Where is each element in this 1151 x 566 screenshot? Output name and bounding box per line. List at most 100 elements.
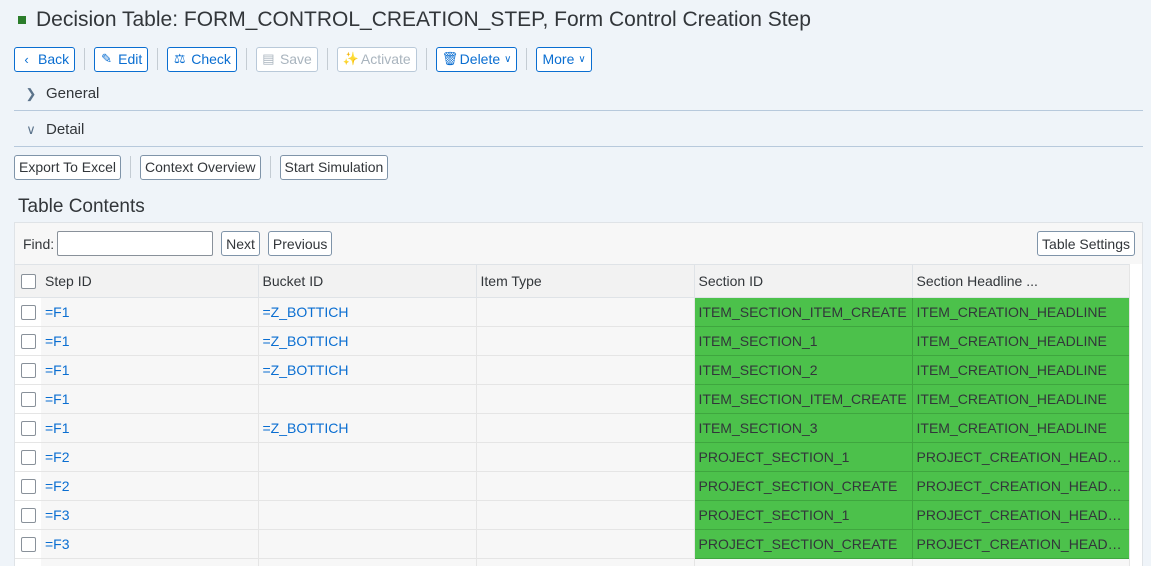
- table-row[interactable]: =F1 =Z_BOTTICH ITEM_SECTION_1 ITEM_CREAT…: [15, 326, 1131, 356]
- activate-button[interactable]: ✨ Activate: [336, 46, 417, 72]
- cell-step-id[interactable]: =F2: [41, 471, 259, 501]
- cell-section-id[interactable]: [694, 558, 913, 566]
- find-input[interactable]: [57, 231, 214, 256]
- decision-table-panel: Find: Next Previous Table Settings Step …: [14, 222, 1143, 566]
- cell-section-id[interactable]: PROJECT_SECTION_1: [694, 500, 913, 530]
- cell-bucket-id[interactable]: =Z_BOTTICH: [258, 297, 477, 327]
- cell-step-id[interactable]: =F1: [41, 297, 259, 327]
- cell-section-id[interactable]: ITEM_SECTION_1: [694, 326, 913, 356]
- table-row[interactable]: =F1 ITEM_SECTION_ITEM_CREATE ITEM_CREATI…: [15, 384, 1131, 414]
- table-row[interactable]: =F2 PROJECT_SECTION_1 PROJECT_CREATION_H…: [15, 442, 1131, 472]
- cell-item-type[interactable]: [476, 529, 695, 559]
- select-all-checkbox[interactable]: [20, 274, 36, 290]
- table-row[interactable]: =F3 PROJECT_SECTION_1 PROJECT_CREATION_H…: [15, 500, 1131, 530]
- cell-section-id[interactable]: ITEM_SECTION_3: [694, 413, 913, 443]
- cell-section-headline[interactable]: ITEM_CREATION_HEADLINE: [912, 297, 1131, 327]
- edit-button[interactable]: ✎ Edit: [94, 46, 149, 72]
- cell-bucket-id[interactable]: [258, 471, 477, 501]
- cell-step-id[interactable]: =F2: [41, 442, 259, 472]
- cell-bucket-id[interactable]: =Z_BOTTICH: [258, 355, 477, 385]
- table-header-row: Step ID Bucket ID Item Type Section ID S…: [15, 264, 1131, 298]
- back-button[interactable]: ‹ Back: [14, 46, 76, 72]
- cell-item-type[interactable]: [476, 355, 695, 385]
- row-checkbox[interactable]: [20, 537, 36, 553]
- cell-bucket-id[interactable]: [258, 529, 477, 559]
- row-checkbox[interactable]: [20, 479, 36, 495]
- cell-bucket-id[interactable]: [258, 442, 477, 472]
- main-toolbar: ‹ Back ✎ Edit ⚖ Check ▤ Save ✨ Activate …: [14, 46, 592, 72]
- cell-section-headline[interactable]: PROJECT_CREATION_HEADLI...: [912, 442, 1131, 472]
- cell-item-type[interactable]: [476, 500, 695, 530]
- next-button[interactable]: Next: [221, 231, 260, 256]
- delete-button[interactable]: 🗑 Delete ∨: [435, 46, 518, 72]
- cell-bucket-id[interactable]: [258, 384, 477, 414]
- row-checkbox[interactable]: [20, 363, 36, 379]
- row-checkbox[interactable]: [20, 334, 36, 350]
- cell-bucket-id[interactable]: [258, 558, 477, 566]
- cell-item-type[interactable]: [476, 413, 695, 443]
- cell-section-headline[interactable]: ITEM_CREATION_HEADLINE: [912, 413, 1131, 443]
- column-header-section-id[interactable]: Section ID: [694, 264, 913, 298]
- cell-item-type[interactable]: [476, 384, 695, 414]
- cell-section-id[interactable]: ITEM_SECTION_2: [694, 355, 913, 385]
- row-select-cell: [15, 413, 41, 443]
- table-row[interactable]: =F2 PROJECT_SECTION_CREATE PROJECT_CREAT…: [15, 471, 1131, 501]
- cell-section-headline[interactable]: PROJECT_CREATION_HEADLI...: [912, 500, 1131, 530]
- cell-step-id[interactable]: =F1: [41, 384, 259, 414]
- cell-section-id[interactable]: ITEM_SECTION_ITEM_CREATE: [694, 384, 913, 414]
- cell-section-id[interactable]: PROJECT_SECTION_CREATE: [694, 471, 913, 501]
- cell-section-headline[interactable]: [912, 558, 1131, 566]
- export-to-excel-button[interactable]: Export To Excel: [14, 154, 122, 180]
- cell-step-id[interactable]: =F3: [41, 529, 259, 559]
- toolbar-separator: [130, 156, 132, 178]
- column-header-step-id[interactable]: Step ID: [41, 264, 259, 298]
- cell-item-type[interactable]: [476, 558, 695, 566]
- cell-section-headline[interactable]: PROJECT_CREATION_HEADLI...: [912, 471, 1131, 501]
- cell-step-id[interactable]: =F1: [41, 326, 259, 356]
- cell-item-type[interactable]: [476, 297, 695, 327]
- chevron-down-icon: ∨: [578, 53, 586, 65]
- check-button[interactable]: ⚖ Check: [167, 46, 237, 72]
- more-button[interactable]: More ∨: [536, 46, 592, 72]
- column-header-bucket-id[interactable]: Bucket ID: [258, 264, 477, 298]
- cell-section-headline[interactable]: PROJECT_CREATION_HEADLI...: [912, 529, 1131, 559]
- row-checkbox[interactable]: [20, 508, 36, 524]
- table-row[interactable]: =F1 =Z_BOTTICH ITEM_SECTION_2 ITEM_CREAT…: [15, 355, 1131, 385]
- cell-item-type[interactable]: [476, 442, 695, 472]
- table-title: Table Contents: [18, 196, 145, 217]
- cell-section-headline[interactable]: ITEM_CREATION_HEADLINE: [912, 384, 1131, 414]
- cell-step-id[interactable]: =F1: [41, 355, 259, 385]
- context-overview-button[interactable]: Context Overview: [140, 154, 261, 180]
- cell-step-id[interactable]: =F3: [41, 500, 259, 530]
- row-checkbox[interactable]: [20, 421, 36, 437]
- column-header-section-headline[interactable]: Section Headline ...: [912, 264, 1131, 298]
- cell-section-id[interactable]: ITEM_SECTION_ITEM_CREATE: [694, 297, 913, 327]
- cell-item-type[interactable]: [476, 326, 695, 356]
- start-simulation-button[interactable]: Start Simulation: [279, 154, 389, 180]
- table-settings-button[interactable]: Table Settings: [1037, 231, 1135, 256]
- cell-bucket-id[interactable]: [258, 500, 477, 530]
- cell-section-id[interactable]: PROJECT_SECTION_CREATE: [694, 529, 913, 559]
- previous-button[interactable]: Previous: [267, 231, 333, 256]
- section-detail[interactable]: ∨ Detail: [14, 113, 1143, 147]
- cell-bucket-id[interactable]: =Z_BOTTICH: [258, 413, 477, 443]
- row-checkbox[interactable]: [20, 450, 36, 466]
- table-row[interactable]: =F1 =Z_BOTTICH ITEM_SECTION_3 ITEM_CREAT…: [15, 413, 1131, 443]
- page-title: Decision Table: FORM_CONTROL_CREATION_ST…: [36, 8, 811, 31]
- save-button[interactable]: ▤ Save: [255, 46, 318, 72]
- column-header-item-type[interactable]: Item Type: [476, 264, 695, 298]
- row-checkbox[interactable]: [20, 392, 36, 408]
- vertical-scrollbar[interactable]: [1129, 264, 1142, 566]
- table-row[interactable]: =F1 =Z_BOTTICH ITEM_SECTION_ITEM_CREATE …: [15, 297, 1131, 327]
- table-row[interactable]: =F3 PROJECT_SECTION_CREATE PROJECT_CREAT…: [15, 529, 1131, 559]
- row-checkbox[interactable]: [20, 305, 36, 321]
- cell-section-headline[interactable]: ITEM_CREATION_HEADLINE: [912, 326, 1131, 356]
- cell-bucket-id[interactable]: =Z_BOTTICH: [258, 326, 477, 356]
- cell-step-id[interactable]: =F1: [41, 413, 259, 443]
- cell-step-id[interactable]: [41, 558, 259, 566]
- cell-item-type[interactable]: [476, 471, 695, 501]
- section-general[interactable]: ❯ General: [14, 77, 1143, 111]
- cell-section-headline[interactable]: ITEM_CREATION_HEADLINE: [912, 355, 1131, 385]
- cell-section-id[interactable]: PROJECT_SECTION_1: [694, 442, 913, 472]
- table-row[interactable]: [15, 558, 1131, 566]
